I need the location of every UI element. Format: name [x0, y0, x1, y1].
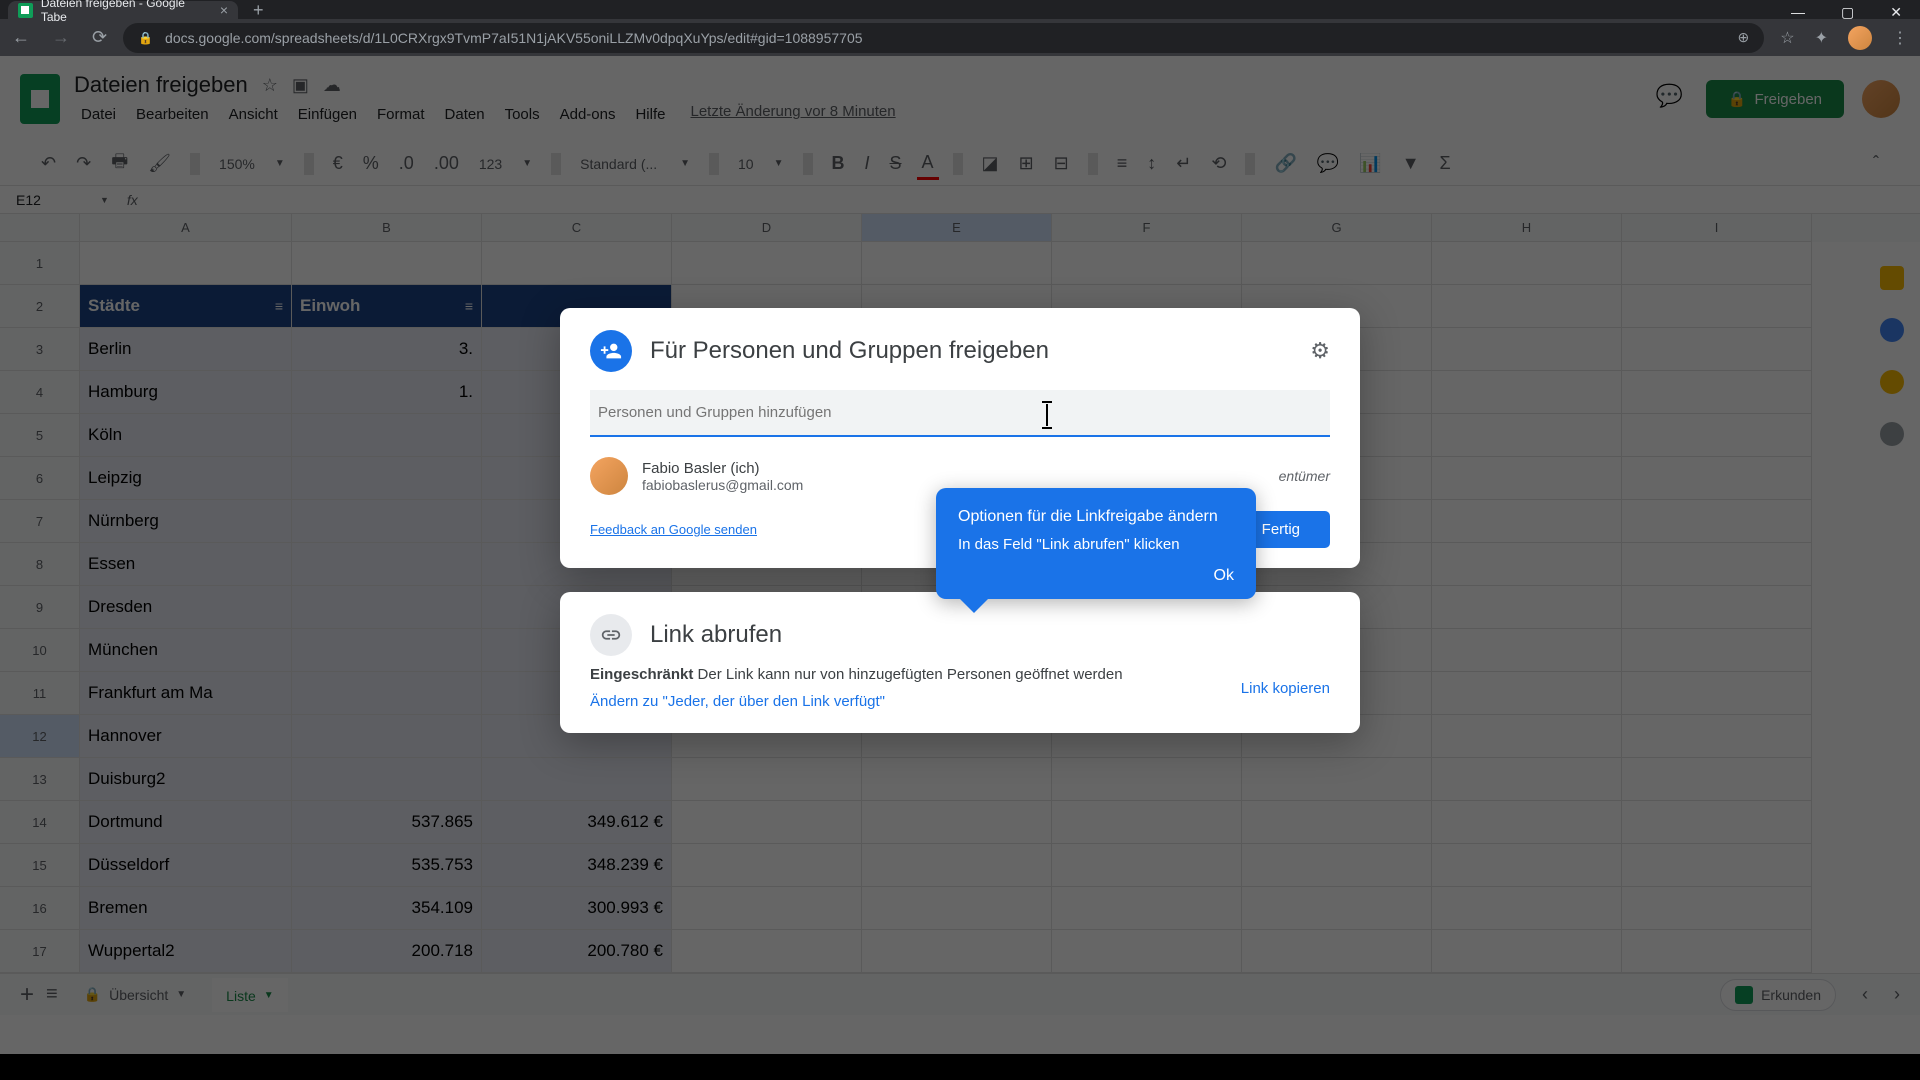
text-cursor [1046, 404, 1048, 426]
address-bar[interactable]: 🔒 docs.google.com/spreadsheets/d/1L0CRXr… [123, 23, 1764, 53]
back-button[interactable]: ← [12, 27, 30, 48]
person-name: Fabio Basler (ich) [642, 460, 1265, 477]
profile-avatar[interactable] [1848, 26, 1872, 50]
hint-tooltip: Optionen für die Linkfreigabe ändern In … [936, 488, 1256, 599]
sheets-favicon [18, 3, 33, 18]
person-avatar [590, 457, 628, 495]
zoom-icon[interactable]: ⊕ [1738, 29, 1750, 46]
tooltip-title: Optionen für die Linkfreigabe ändern [958, 506, 1234, 528]
window-controls: — ▢ ✕ [1773, 0, 1920, 25]
copy-link-button[interactable]: Link kopieren [1241, 680, 1330, 697]
bookmark-icon[interactable]: ☆ [1780, 28, 1794, 48]
link-icon [590, 614, 632, 656]
link-restricted-label: Eingeschränkt [590, 666, 693, 683]
get-link-title: Link abrufen [650, 621, 1330, 649]
lock-icon: 🔒 [138, 31, 153, 45]
tooltip-body: In das Feld "Link abrufen" klicken [958, 536, 1234, 553]
close-tab-icon[interactable]: × [220, 2, 228, 18]
close-window-button[interactable]: ✕ [1872, 0, 1920, 25]
maximize-button[interactable]: ▢ [1823, 0, 1872, 25]
minimize-button[interactable]: — [1773, 0, 1823, 25]
gear-icon[interactable]: ⚙ [1310, 338, 1330, 364]
browser-tab[interactable]: Dateien freigeben - Google Tabe × [8, 1, 238, 19]
new-tab-button[interactable]: + [253, 0, 264, 21]
share-dialog-title: Für Personen und Gruppen freigeben [650, 337, 1292, 365]
reload-button[interactable]: ⟳ [92, 27, 107, 48]
extensions-icon[interactable]: ✦ [1815, 28, 1828, 48]
person-role: entümer [1279, 468, 1330, 484]
link-description: Der Link kann nur von hinzugefügten Pers… [698, 666, 1123, 683]
tab-title: Dateien freigeben - Google Tabe [41, 0, 212, 24]
tooltip-ok-button[interactable]: Ok [958, 567, 1234, 585]
forward-button[interactable]: → [52, 27, 70, 48]
chrome-menu-icon[interactable]: ⋮ [1892, 28, 1908, 48]
url-text: docs.google.com/spreadsheets/d/1L0CRXrgx… [165, 30, 1725, 46]
add-people-input[interactable] [590, 390, 1330, 437]
person-add-icon [590, 330, 632, 372]
change-link-access[interactable]: Ändern zu "Jeder, der über den Link verf… [590, 691, 885, 714]
feedback-link[interactable]: Feedback an Google senden [590, 522, 757, 537]
